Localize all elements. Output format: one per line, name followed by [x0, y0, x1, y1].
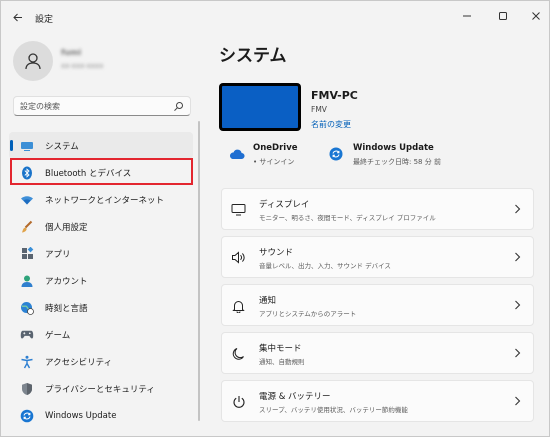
onedrive-title: OneDrive [253, 143, 298, 153]
sidebar-item-gaming[interactable]: ゲーム [9, 321, 193, 348]
device-model: FMV [311, 105, 327, 114]
minimize-icon [463, 15, 471, 17]
chevron-right-icon [515, 348, 521, 358]
card-description: アプリとシステムからのアラート [259, 310, 357, 318]
person-icon [25, 53, 41, 70]
title-bar: 設定 [1, 1, 549, 33]
sidebar-item-label: アプリ [45, 249, 71, 260]
card-title: 集中モード [259, 344, 302, 354]
onedrive-status-text: • サインイン [253, 158, 295, 166]
sidebar-item-label: プライバシーとセキュリティ [45, 384, 155, 395]
card-title: 通知 [259, 296, 277, 306]
card-display[interactable]: ディスプレイ モニター、明るさ、夜間モード、ディスプレイ プロファイル [221, 188, 534, 230]
apps-icon [20, 247, 34, 261]
speaker-icon [231, 250, 246, 265]
account-icon [20, 274, 34, 288]
search-box[interactable] [13, 96, 191, 116]
device-name: FMV-PC [311, 89, 358, 102]
bell-icon [231, 298, 246, 313]
sidebar-item-label: システム [45, 141, 79, 152]
maximize-button[interactable] [492, 7, 514, 25]
selection-indicator [10, 140, 13, 151]
windows-update-icon [329, 147, 343, 161]
close-button[interactable] [525, 7, 547, 25]
sidebar-item-label: 個人用設定 [45, 222, 88, 233]
card-power-battery[interactable]: 電源 & バッテリー スリープ、バッテリ使用状況、バッテリー節約機能 [221, 380, 534, 422]
user-name: fumi [61, 48, 82, 57]
sidebar-item-label: アクセシビリティ [45, 357, 113, 368]
monitor-icon [231, 202, 246, 217]
page-title: システム [219, 46, 287, 66]
sidebar-item-accessibility[interactable]: アクセシビリティ [9, 348, 193, 375]
back-arrow-icon [13, 13, 22, 21]
device-image [219, 83, 301, 131]
onedrive-status[interactable]: OneDrive • サインイン [229, 143, 319, 169]
sidebar-item-label: アカウント [45, 276, 88, 287]
avatar [13, 41, 53, 81]
windows-update-title: Windows Update [353, 143, 434, 153]
sidebar-item-time-language[interactable]: 時刻と言語 [9, 294, 193, 321]
rename-link[interactable]: 名前の変更 [311, 119, 351, 130]
user-email: xx-xxx-xxxx [61, 62, 104, 70]
device-screen [222, 86, 298, 128]
sidebar-item-privacy-security[interactable]: プライバシーとセキュリティ [9, 375, 193, 402]
display-icon [20, 139, 34, 153]
windows-update-status-text: 最終チェック日時: 58 分 前 [353, 158, 441, 166]
chevron-right-icon [515, 300, 521, 310]
card-notifications[interactable]: 通知 アプリとシステムからのアラート [221, 284, 534, 326]
close-icon [532, 12, 540, 20]
chevron-right-icon [515, 204, 521, 214]
chevron-right-icon [515, 396, 521, 406]
card-description: 音量レベル、出力、入力、サウンド デバイス [259, 262, 391, 270]
onedrive-cloud-icon [229, 149, 245, 160]
sidebar-item-label: Windows Update [45, 410, 117, 421]
search-icon[interactable] [173, 101, 184, 112]
settings-window: 設定 fumi xx-xxx-xxxx システム [0, 0, 550, 437]
shield-icon [20, 382, 34, 396]
card-title: ディスプレイ [259, 200, 310, 210]
user-profile[interactable]: fumi xx-xxx-xxxx [13, 41, 193, 83]
sidebar-item-personalization[interactable]: 個人用設定 [9, 213, 193, 240]
gamepad-icon [20, 328, 34, 342]
back-button[interactable] [9, 9, 27, 25]
sidebar-item-label: 時刻と言語 [45, 303, 88, 314]
settings-cards: ディスプレイ モニター、明るさ、夜間モード、ディスプレイ プロファイル サウンド… [221, 188, 534, 428]
sidebar-item-label: ネットワークとインターネット [45, 195, 165, 206]
card-title: 電源 & バッテリー [259, 392, 331, 402]
wifi-icon [20, 193, 34, 207]
moon-icon [231, 346, 246, 361]
power-icon [231, 394, 246, 409]
chevron-right-icon [515, 252, 521, 262]
card-description: モニター、明るさ、夜間モード、ディスプレイ プロファイル [259, 214, 436, 222]
card-description: 通知、自動規則 [259, 358, 305, 366]
brush-icon [20, 220, 34, 234]
sidebar-item-windows-update[interactable]: Windows Update [9, 402, 193, 429]
windows-update-status[interactable]: Windows Update 最終チェック日時: 58 分 前 [329, 143, 479, 169]
sidebar-item-apps[interactable]: アプリ [9, 240, 193, 267]
sidebar-item-label: ゲーム [45, 330, 71, 341]
globe-clock-icon [20, 301, 34, 315]
accessibility-icon [20, 355, 34, 369]
maximize-icon [499, 12, 507, 20]
sidebar-item-accounts[interactable]: アカウント [9, 267, 193, 294]
sidebar-scrollbar[interactable] [198, 121, 200, 421]
card-title: サウンド [259, 248, 294, 258]
card-focus[interactable]: 集中モード 通知、自動規則 [221, 332, 534, 374]
app-title: 設定 [35, 15, 54, 25]
highlight-frame [10, 158, 193, 185]
card-description: スリープ、バッテリ使用状況、バッテリー節約機能 [259, 406, 408, 414]
minimize-button[interactable] [456, 7, 478, 25]
windows-update-icon [20, 409, 34, 423]
sidebar-item-network[interactable]: ネットワークとインターネット [9, 186, 193, 213]
card-sound[interactable]: サウンド 音量レベル、出力、入力、サウンド デバイス [221, 236, 534, 278]
search-input[interactable] [20, 99, 170, 113]
sidebar-item-system[interactable]: システム [9, 132, 193, 159]
